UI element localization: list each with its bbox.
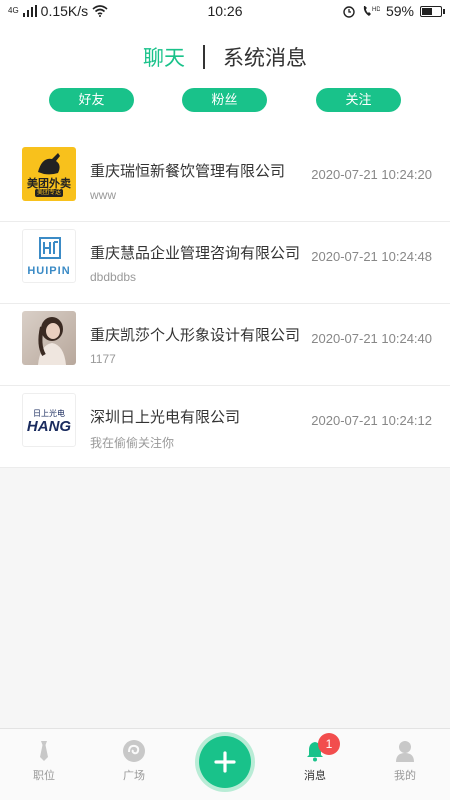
svg-text:HD: HD <box>372 7 380 13</box>
header: 聊天 系统消息 好友 粉丝 关注 <box>0 24 450 140</box>
logo-text: HUIPIN <box>27 265 71 277</box>
tab-label: 广场 <box>123 770 145 782</box>
battery-percent: 59% <box>385 3 414 19</box>
message-time: 2020-07-21 10:24:20 <box>311 167 432 182</box>
battery-icon <box>420 5 445 17</box>
filter-friends-button[interactable]: 好友 <box>49 88 134 112</box>
tie-icon <box>40 741 48 761</box>
tab-chat[interactable]: 聊天 <box>143 42 185 72</box>
meituan-logo: 美团外卖 美团专送 <box>22 147 76 201</box>
message-time: 2020-07-21 10:24:48 <box>311 249 432 264</box>
tab-label: 职位 <box>33 770 55 782</box>
status-bar: 4G 0.15K/s 10:26 HD 59% <box>0 0 450 24</box>
list-item[interactable]: 美团外卖 美团专送 重庆瑞恒新餐饮管理有限公司 www 2020-07-21 1… <box>0 140 450 222</box>
message-preview: 1177 <box>90 352 116 366</box>
huipin-logo: HUIPIN <box>22 229 76 283</box>
company-name: 深圳日上光电有限公司 <box>90 409 241 426</box>
message-time: 2020-07-21 10:24:40 <box>311 331 432 346</box>
message-preview: 我在偷偷关注你 <box>90 436 175 450</box>
person-photo-icon <box>38 317 66 365</box>
tab-label: 我的 <box>394 770 416 782</box>
company-name: 重庆凯莎个人形象设计有限公司 <box>90 327 301 344</box>
message-time: 2020-07-21 10:24:12 <box>311 413 432 428</box>
tab-divider <box>203 45 205 69</box>
unread-badge: 1 <box>318 733 340 755</box>
top-tabs: 聊天 系统消息 <box>0 42 450 72</box>
filter-following-button[interactable]: 关注 <box>316 88 401 112</box>
hd-call-icon: HD <box>363 6 380 16</box>
swirl-icon <box>123 740 145 762</box>
list-item[interactable]: 日上光电 HANG 深圳日上光电有限公司 我在偷偷关注你 2020-07-21 … <box>0 386 450 468</box>
plus-icon <box>214 751 236 773</box>
tab-label: 消息 <box>304 770 326 782</box>
hang-logo: 日上光电 HANG <box>22 393 76 447</box>
portrait-photo <box>22 311 76 365</box>
person-icon <box>396 741 414 762</box>
filter-fans-button[interactable]: 粉丝 <box>182 88 267 112</box>
tab-jobs[interactable]: 职位 <box>14 739 74 783</box>
message-list: 美团外卖 美团专送 重庆瑞恒新餐饮管理有限公司 www 2020-07-21 1… <box>0 140 450 468</box>
tab-profile[interactable]: 我的 <box>375 739 435 783</box>
tab-plaza[interactable]: 广场 <box>104 739 164 783</box>
add-button[interactable] <box>199 736 251 788</box>
list-item[interactable]: 重庆凯莎个人形象设计有限公司 1177 2020-07-21 10:24:40 <box>0 304 450 386</box>
logo-subtext: 美团专送 <box>35 189 63 197</box>
company-name: 重庆瑞恒新餐饮管理有限公司 <box>90 163 286 180</box>
tab-system-messages[interactable]: 系统消息 <box>223 42 307 72</box>
list-item[interactable]: HUIPIN 重庆慧品企业管理咨询有限公司 dbdbdbs 2020-07-21… <box>0 222 450 304</box>
logo-text: HANG <box>26 418 72 435</box>
status-right: HD 59% <box>342 3 445 19</box>
message-preview: dbdbdbs <box>90 270 137 284</box>
message-preview: www <box>90 188 116 202</box>
company-name: 重庆慧品企业管理咨询有限公司 <box>90 245 301 262</box>
alarm-icon <box>343 6 355 18</box>
